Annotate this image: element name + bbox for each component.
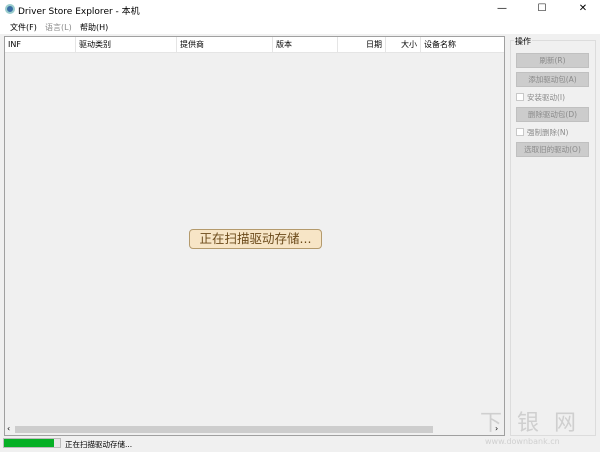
menu-help[interactable]: 帮助(H) xyxy=(80,22,108,33)
delete-driver-button[interactable]: 删除驱动包(D) xyxy=(516,107,589,122)
driver-list[interactable]: INF 驱动类别 提供商 版本 日期 大小 设备名称 正在扫描驱动存储... ‹… xyxy=(4,36,505,436)
checkbox-icon xyxy=(516,93,524,101)
add-driver-button[interactable]: 添加驱动包(A) xyxy=(516,72,589,87)
install-checkbox[interactable]: 安装驱动(I) xyxy=(516,92,565,103)
force-delete-label: 强制删除(N) xyxy=(527,128,569,137)
force-delete-checkbox[interactable]: 强制删除(N) xyxy=(516,127,568,138)
status-text: 正在扫描驱动存储... xyxy=(65,440,133,449)
menu-language[interactable]: 语言(L) xyxy=(45,22,72,33)
column-size[interactable]: 大小 xyxy=(386,37,421,53)
progress-bar xyxy=(3,438,61,448)
window-title: Driver Store Explorer - 本机 xyxy=(18,7,140,17)
column-version[interactable]: 版本 xyxy=(273,37,338,53)
column-provider[interactable]: 提供商 xyxy=(177,37,273,53)
column-class[interactable]: 驱动类别 xyxy=(76,37,177,53)
list-header: INF 驱动类别 提供商 版本 日期 大小 设备名称 xyxy=(5,37,504,53)
menu-file[interactable]: 文件(F) xyxy=(10,22,37,33)
column-device[interactable]: 设备名称 xyxy=(421,37,504,53)
refresh-button[interactable]: 刷新(R) xyxy=(516,53,589,68)
checkbox-icon xyxy=(516,128,524,136)
scanning-label: 正在扫描驱动存储... xyxy=(189,229,322,249)
minimize-button[interactable]: — xyxy=(488,0,516,18)
close-button[interactable]: ✕ xyxy=(569,0,597,18)
watermark-logo: 下 银 网 www.downbank.cn xyxy=(480,411,580,446)
title-bar: Driver Store Explorer - 本机 — ☐ ✕ xyxy=(0,0,600,18)
menu-bar: 文件(F) 语言(L) 帮助(H) xyxy=(0,18,600,34)
scroll-left-icon[interactable]: ‹ xyxy=(7,424,10,433)
column-date[interactable]: 日期 xyxy=(338,37,386,53)
progress-fill xyxy=(4,439,55,447)
select-old-drivers-button[interactable]: 选取旧的驱动(O) xyxy=(516,142,589,157)
install-label: 安装驱动(I) xyxy=(527,93,566,102)
column-inf[interactable]: INF xyxy=(5,37,76,53)
maximize-button[interactable]: ☐ xyxy=(528,0,556,18)
scroll-thumb[interactable] xyxy=(15,426,433,433)
app-icon xyxy=(5,4,15,14)
actions-group-label: 操作 xyxy=(514,36,532,47)
